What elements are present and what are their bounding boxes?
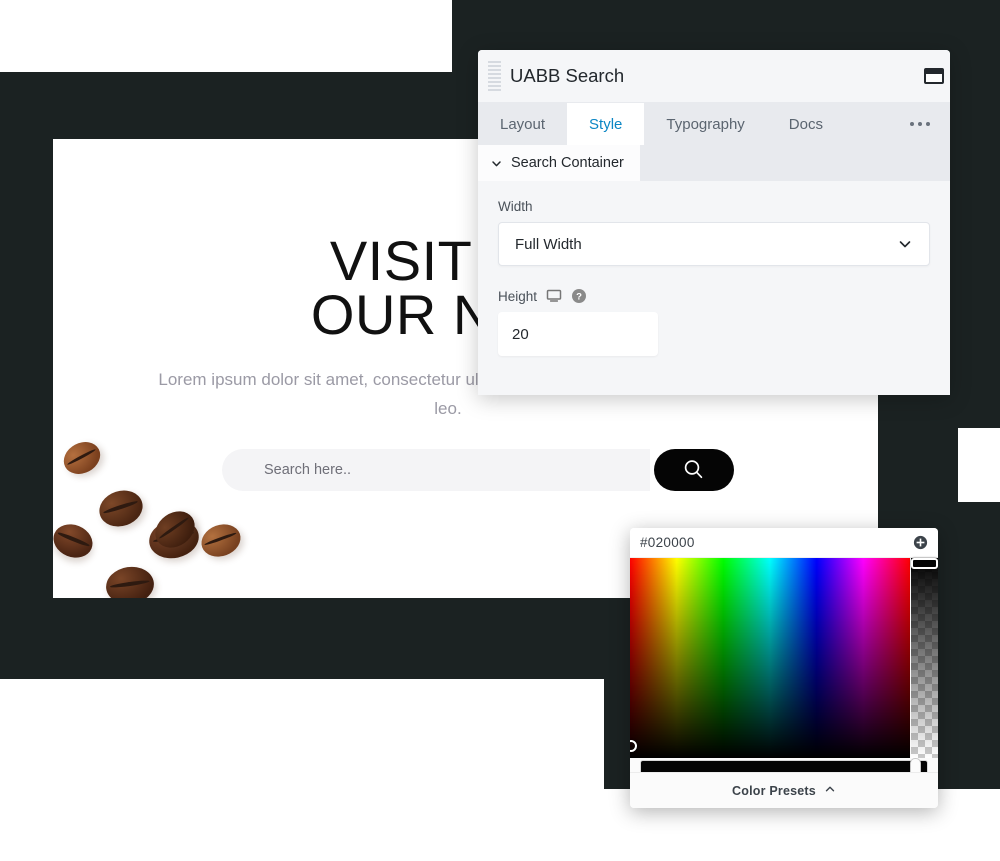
window-icon[interactable] — [924, 68, 944, 84]
tab-layout[interactable]: Layout — [478, 103, 567, 145]
white-cutout-bottom-left — [0, 679, 604, 861]
color-picker-popup: #020000 Color Presets — [630, 528, 938, 808]
color-presets-label: Color Presets — [732, 783, 816, 798]
monitor-icon[interactable] — [546, 288, 562, 304]
bean-crack — [204, 531, 237, 547]
coffee-bean — [53, 518, 98, 564]
hex-input[interactable]: #020000 — [640, 535, 695, 550]
tab-style[interactable]: Style — [567, 103, 645, 145]
panel-header: UABB Search — [478, 50, 950, 103]
color-picker-main — [630, 558, 938, 758]
chevron-up-icon — [824, 782, 836, 800]
white-cutout-right-notch — [958, 428, 1000, 502]
bean-crack — [102, 499, 139, 515]
alpha-slider-track[interactable] — [911, 558, 938, 758]
width-select-value: Full Width — [515, 235, 582, 253]
coffee-bean — [103, 563, 157, 598]
hero-search-bar: Search here.. — [222, 449, 734, 491]
saturation-pointer[interactable] — [630, 740, 637, 752]
chevron-down-icon — [490, 157, 503, 170]
ellipsis-icon[interactable] — [890, 103, 950, 145]
search-icon — [684, 460, 703, 479]
search-input[interactable]: Search here.. — [222, 449, 650, 491]
bean-crack — [57, 531, 90, 548]
height-input-group: px — [498, 312, 658, 356]
panel-section-row: Search Container — [478, 145, 950, 181]
plus-circle-icon[interactable] — [913, 535, 928, 550]
height-label: Height — [498, 288, 538, 304]
saturation-gradient-area[interactable] — [630, 558, 911, 758]
color-picker-hex-row: #020000 — [630, 528, 938, 558]
color-presets-toggle[interactable]: Color Presets — [630, 772, 938, 808]
section-header-label: Search Container — [511, 155, 624, 171]
panel-title: UABB Search — [510, 65, 625, 86]
panel-tabs: Layout Style Typography Docs — [478, 103, 950, 145]
width-select[interactable]: Full Width — [498, 222, 930, 266]
tab-docs[interactable]: Docs — [767, 103, 845, 145]
tab-typography[interactable]: Typography — [644, 103, 766, 145]
height-input[interactable] — [498, 312, 658, 356]
bean-crack — [109, 578, 150, 589]
chevron-down-icon — [897, 236, 913, 252]
panel-body: Width Full Width Height ? 20 — [478, 181, 950, 395]
coffee-bean — [94, 485, 148, 532]
section-header-search-container[interactable]: Search Container — [478, 145, 640, 181]
screenshot-root: VISIT US OUR NEW Lorem ipsum dolor sit a… — [0, 0, 1000, 861]
drag-handle-icon[interactable] — [484, 50, 506, 103]
alpha-slider-handle[interactable] — [911, 558, 938, 569]
coffee-bean — [196, 519, 246, 562]
svg-text:?: ? — [576, 292, 582, 303]
width-label: Width — [498, 199, 533, 214]
coffee-bean — [58, 435, 106, 481]
search-button[interactable] — [654, 449, 734, 491]
uabb-settings-panel: UABB Search Layout Style Typography Docs… — [478, 50, 950, 395]
help-circle-icon[interactable]: ? — [571, 288, 587, 304]
height-field-row: Height ? — [498, 288, 930, 304]
bean-crack — [158, 516, 190, 540]
bean-crack — [66, 447, 97, 466]
